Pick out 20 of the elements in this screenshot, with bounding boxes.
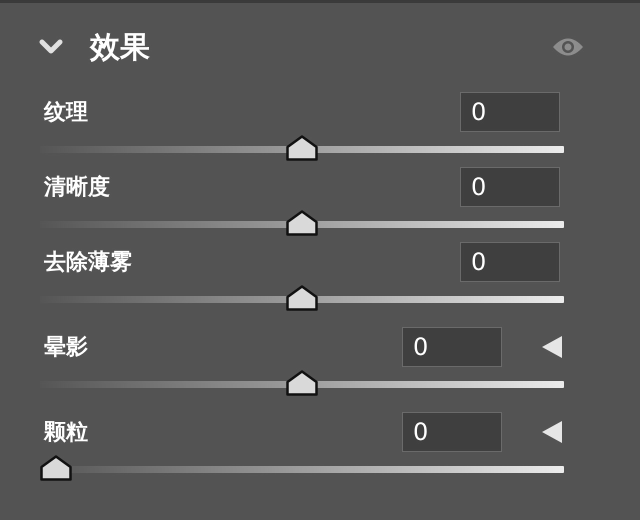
panel-title: 效果 [90, 28, 151, 66]
slider-thumb[interactable] [286, 285, 318, 311]
chevron-down-icon[interactable] [38, 38, 64, 56]
slider-thumb[interactable] [286, 135, 318, 161]
slider-label: 颗粒 [44, 418, 89, 446]
slider-label: 晕影 [44, 334, 89, 362]
value-field[interactable]: 0 [402, 412, 502, 452]
slider-thumb[interactable] [286, 370, 318, 396]
slider[interactable] [40, 455, 564, 481]
triangle-icon[interactable] [542, 421, 562, 443]
value-field[interactable]: 0 [402, 327, 502, 367]
slider-label: 纹理 [44, 98, 89, 126]
slider-thumb[interactable] [40, 455, 72, 481]
triangle-icon[interactable] [542, 336, 562, 358]
value-field[interactable]: 0 [460, 167, 560, 207]
slider-label: 去除薄雾 [44, 248, 133, 276]
slider-thumb[interactable] [286, 210, 318, 236]
slider-label: 清晰度 [44, 174, 111, 202]
value-field[interactable]: 0 [460, 92, 560, 132]
value-field[interactable]: 0 [460, 242, 560, 282]
